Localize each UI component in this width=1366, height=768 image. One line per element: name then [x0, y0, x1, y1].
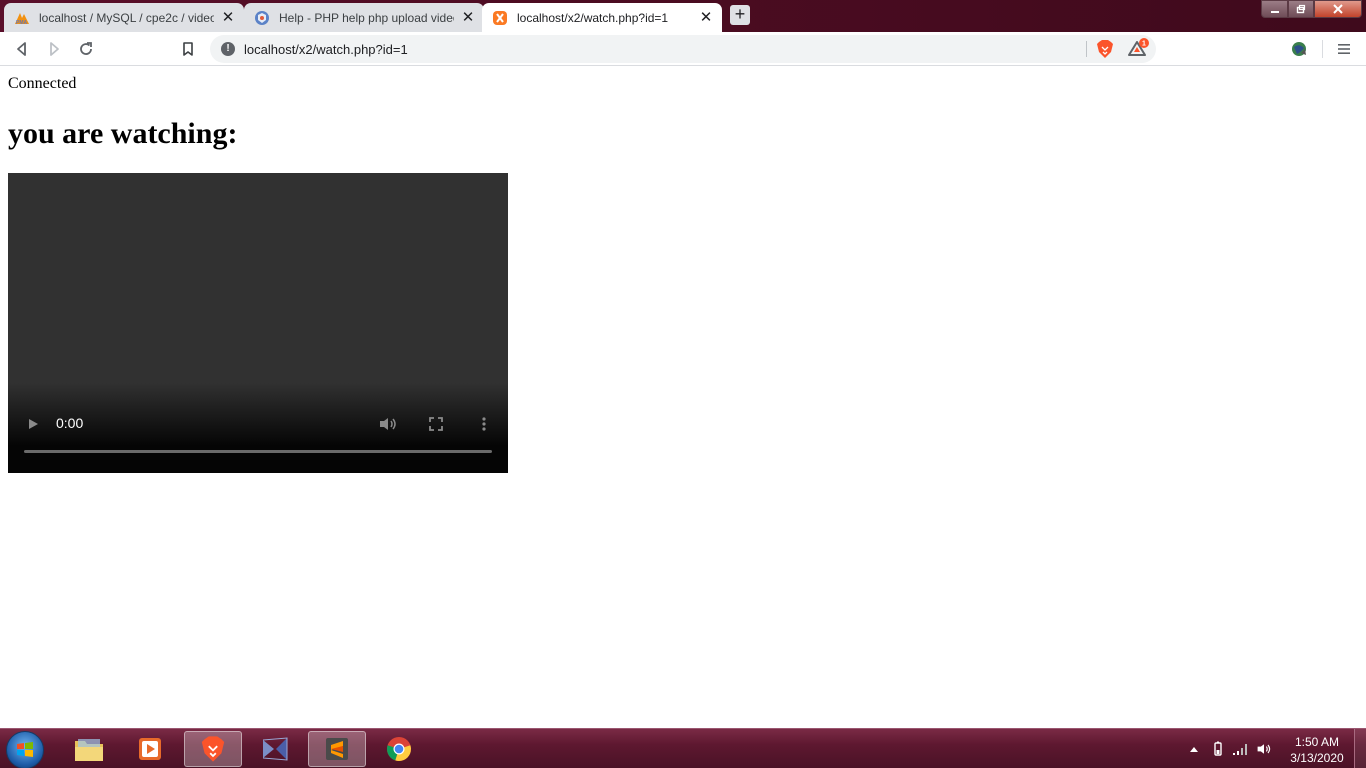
- volume-icon: [380, 418, 396, 430]
- more-options-button[interactable]: [480, 416, 488, 437]
- close-icon[interactable]: ✕: [698, 9, 714, 26]
- clock-date: 3/13/2020: [1290, 751, 1344, 765]
- more-vertical-icon: [482, 417, 486, 431]
- browser-toolbar: ! localhost/x2/watch.php?id=1 1: [0, 32, 1366, 66]
- browser-menu-button[interactable]: [1333, 38, 1355, 60]
- tab-title: Help - PHP help php upload video: [279, 10, 454, 25]
- start-button[interactable]: [6, 731, 44, 768]
- volume-tray-icon[interactable]: [1256, 741, 1272, 757]
- back-arrow-icon: [17, 42, 26, 56]
- svg-text:PMA: PMA: [16, 20, 28, 25]
- phpmyadmin-icon: PMA: [14, 10, 30, 26]
- extension-button[interactable]: [1288, 38, 1310, 60]
- address-bar-divider: [1086, 41, 1087, 57]
- windows-logo-icon: [17, 742, 33, 757]
- maximize-button[interactable]: [1288, 0, 1314, 18]
- new-tab-button[interactable]: +: [730, 5, 750, 25]
- brave-lion-icon: [1097, 40, 1113, 58]
- rewards-triangle-icon: 1: [1128, 38, 1149, 56]
- bookmark-button[interactable]: [177, 38, 199, 60]
- forum-icon: [254, 10, 270, 26]
- hamburger-menu-icon: [1338, 44, 1350, 54]
- video-time: 0:00: [56, 415, 84, 431]
- page-content: Connected you are watching: 0:00: [0, 67, 1366, 728]
- bookmark-icon: [183, 42, 193, 56]
- sublime-text-icon: [326, 738, 348, 760]
- fullscreen-button[interactable]: [428, 416, 444, 437]
- chevron-up-icon: [1190, 747, 1198, 752]
- forward-button[interactable]: [43, 38, 65, 60]
- reload-button[interactable]: [75, 38, 97, 60]
- taskbar-explorer[interactable]: [60, 731, 118, 767]
- taskbar-brave[interactable]: [184, 731, 242, 767]
- close-icon[interactable]: ✕: [460, 9, 476, 26]
- browser-titlebar: PMA localhost / MySQL / cpe2c / videos ✕…: [0, 0, 1366, 32]
- taskbar-sublime-text[interactable]: [308, 731, 366, 767]
- minimize-button[interactable]: [1261, 0, 1288, 18]
- reload-icon: [80, 42, 92, 55]
- show-desktop-button[interactable]: [1354, 729, 1366, 768]
- system-clock[interactable]: 1:50 AM 3/13/2020: [1284, 734, 1350, 766]
- xampp-icon: [492, 10, 508, 26]
- tab-watch[interactable]: localhost/x2/watch.php?id=1 ✕: [482, 3, 722, 32]
- tab-title: localhost / MySQL / cpe2c / videos: [39, 10, 214, 25]
- seek-bar[interactable]: [24, 450, 492, 453]
- restore-icon: [1296, 4, 1306, 14]
- close-icon[interactable]: ✕: [220, 9, 236, 26]
- window-close-button[interactable]: [1314, 0, 1362, 18]
- rewards-badge: 1: [1142, 41, 1146, 48]
- back-button[interactable]: [11, 38, 33, 60]
- windows-taskbar: 1:50 AM 3/13/2020: [0, 728, 1366, 768]
- clock-time: 1:50 AM: [1294, 735, 1340, 749]
- network-signal-icon[interactable]: [1232, 741, 1248, 757]
- brave-rewards-button[interactable]: 1: [1128, 37, 1150, 59]
- fullscreen-icon: [429, 417, 443, 431]
- forward-arrow-icon: [50, 42, 59, 56]
- taskbar-media-player[interactable]: [121, 731, 179, 767]
- info-icon[interactable]: !: [221, 42, 235, 56]
- show-hidden-icons-button[interactable]: [1186, 741, 1202, 757]
- address-bar[interactable]: ! localhost/x2/watch.php?id=1 1: [210, 35, 1156, 63]
- visual-studio-icon: [262, 737, 288, 761]
- tab-phpmyadmin[interactable]: PMA localhost / MySQL / cpe2c / videos ✕: [4, 3, 244, 32]
- tab-help-php[interactable]: Help - PHP help php upload video ✕: [244, 3, 484, 32]
- connection-status: Connected: [8, 75, 77, 92]
- play-button[interactable]: [26, 416, 40, 437]
- media-player-icon: [139, 738, 161, 760]
- volume-button[interactable]: [378, 416, 398, 437]
- play-icon: [29, 419, 38, 429]
- close-icon: [1333, 4, 1343, 14]
- taskbar-visual-studio[interactable]: [246, 731, 304, 767]
- brave-shields-button[interactable]: [1094, 38, 1116, 60]
- video-player[interactable]: 0:00: [8, 173, 508, 473]
- tab-title: localhost/x2/watch.php?id=1: [517, 10, 669, 25]
- chrome-icon: [387, 737, 411, 761]
- taskbar-chrome[interactable]: [370, 731, 428, 767]
- explorer-icon: [75, 739, 103, 761]
- battery-icon[interactable]: [1210, 741, 1226, 757]
- brave-icon: [201, 736, 225, 762]
- menu-divider: [1322, 40, 1323, 58]
- extension-globe-icon: [1292, 42, 1306, 56]
- page-heading: you are watching:: [8, 117, 238, 150]
- window-controls: [1261, 0, 1362, 18]
- url-text[interactable]: localhost/x2/watch.php?id=1: [244, 42, 408, 57]
- minimize-icon: [1270, 11, 1279, 13]
